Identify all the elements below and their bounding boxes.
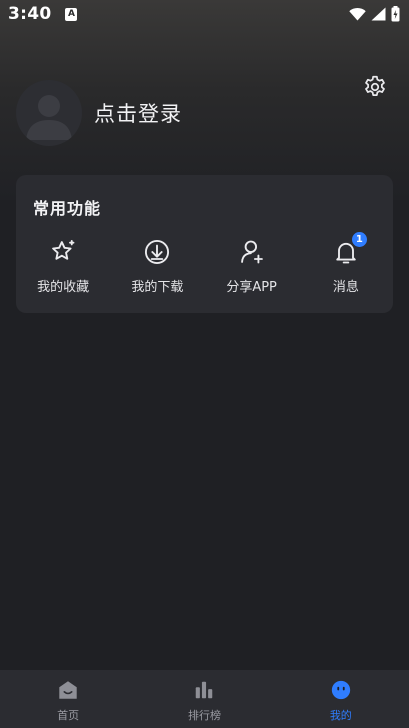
tab-mine[interactable]: 我的 [273,670,409,728]
func-label: 我的下载 [131,280,184,295]
download-icon [142,237,172,267]
status-time: 3:40 [8,4,52,24]
bottom-tab-bar: 首页 排行榜 我的 [0,670,409,728]
common-functions-card: 常用功能 我的收藏 我的下载 分享APP 1 消息 [16,175,393,313]
downloads-button[interactable]: 我的下载 [110,237,204,295]
settings-button[interactable] [361,73,389,101]
tab-label: 我的 [329,709,352,722]
function-row: 我的收藏 我的下载 分享APP 1 消息 [16,232,393,295]
card-title: 常用功能 [33,199,102,218]
bell-icon: 1 [331,232,367,267]
tab-label: 首页 [57,709,80,722]
status-bar: 3:40 A [0,0,409,28]
func-label: 我的收藏 [37,280,90,295]
share-app-button[interactable]: 分享APP [205,237,299,295]
battery-icon [391,6,400,22]
func-label: 消息 [332,280,359,295]
favorites-button[interactable]: 我的收藏 [16,237,110,295]
star-icon [48,237,78,267]
default-avatar-icon [26,95,72,140]
messages-button[interactable]: 1 消息 [299,232,393,295]
status-indicators [349,6,400,22]
profile-face-icon [329,678,353,702]
ranking-icon [192,678,216,702]
tab-ranking[interactable]: 排行榜 [136,670,272,728]
tab-label: 排行榜 [187,709,221,722]
avatar[interactable] [16,80,82,146]
gear-icon [365,75,385,96]
func-label: 分享APP [226,280,277,295]
login-link[interactable]: 点击登录 [94,98,182,128]
wifi-icon [349,7,366,21]
home-icon [56,678,80,702]
unread-badge: 1 [351,232,367,247]
share-user-icon [237,237,267,267]
signal-icon [371,7,386,21]
profile-section[interactable]: 点击登录 [16,80,182,146]
tab-home[interactable]: 首页 [0,670,136,728]
notification-icon: A [65,7,78,21]
